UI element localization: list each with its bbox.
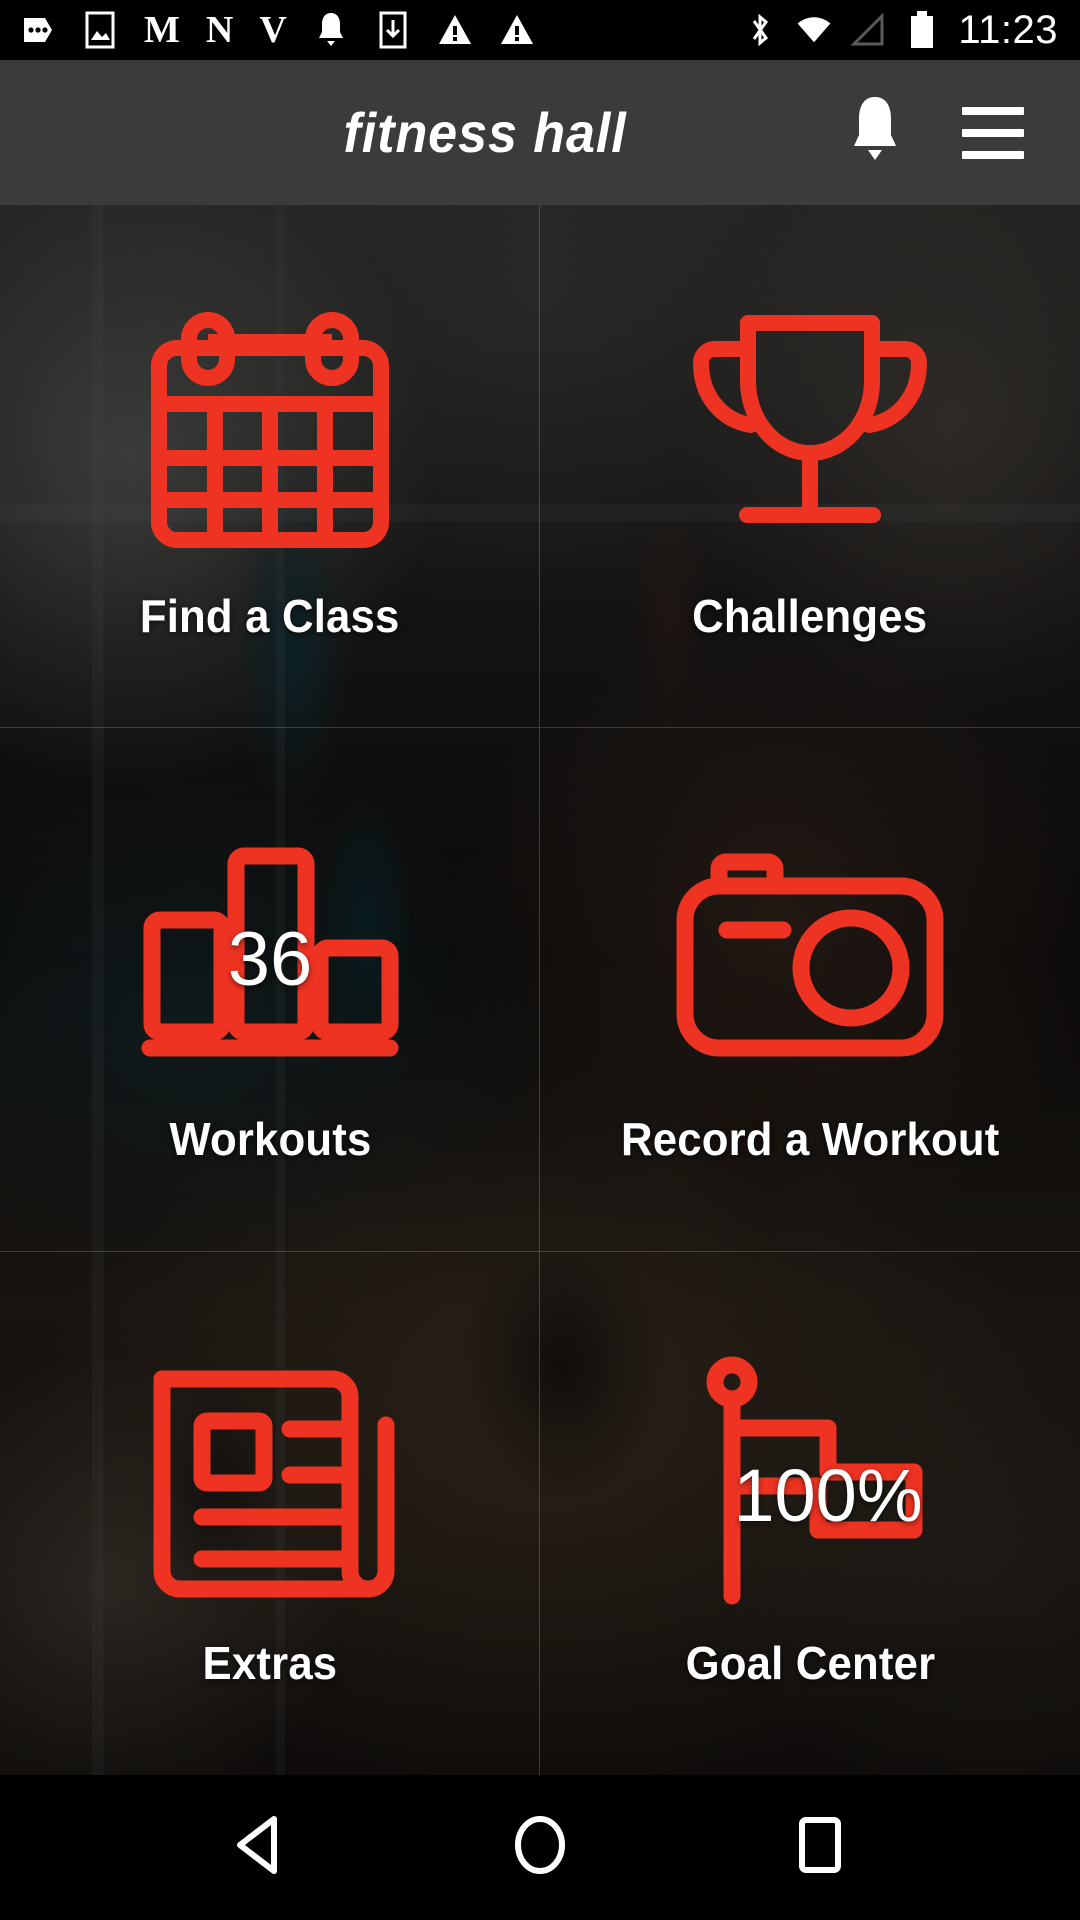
flag-icon: 100% bbox=[660, 1336, 960, 1626]
tile-record-a-workout[interactable]: Record a Workout bbox=[540, 728, 1080, 1252]
goal-progress-percent: 100% bbox=[733, 1454, 923, 1538]
status-bar-system-icons: 11:23 bbox=[742, 8, 1080, 53]
tile-challenges[interactable]: Challenges bbox=[540, 205, 1080, 729]
tile-label: Find a Class bbox=[140, 590, 400, 643]
app-header-actions bbox=[840, 93, 1080, 173]
hamburger-menu-button[interactable] bbox=[958, 93, 1028, 173]
status-bar-clock: 11:23 bbox=[958, 7, 1058, 52]
nav-back-button[interactable] bbox=[200, 1798, 320, 1898]
workouts-count: 36 bbox=[227, 917, 313, 1003]
calendar-icon bbox=[120, 289, 420, 579]
tile-label: Record a Workout bbox=[620, 1113, 1000, 1166]
screenshot-image-icon bbox=[82, 10, 118, 50]
bar-chart-icon: 36 bbox=[120, 812, 420, 1102]
more-options-icon bbox=[20, 10, 56, 50]
tile-workouts[interactable]: 36 Workouts bbox=[0, 728, 540, 1252]
notification-bell-icon bbox=[313, 10, 349, 50]
phone-screen: M N V 11:23 fitness hall Find a Class Ch… bbox=[0, 0, 1080, 1920]
tile-label: Extras bbox=[202, 1637, 338, 1690]
warning-triangle-alt-icon bbox=[499, 10, 535, 50]
wifi-icon bbox=[796, 10, 832, 50]
tile-extras[interactable]: Extras bbox=[0, 1251, 540, 1775]
tile-goal-center[interactable]: 100% Goal Center bbox=[540, 1252, 1080, 1775]
trophy-icon bbox=[660, 289, 960, 579]
recents-square-icon bbox=[794, 1814, 846, 1881]
dashboard-grid: Find a Class Challenges 36 Workouts Reco… bbox=[0, 205, 1080, 1775]
hamburger-icon bbox=[962, 106, 1024, 159]
home-circle-icon bbox=[511, 1814, 569, 1881]
dashboard-tiles: Find a Class Challenges 36 Workouts Reco… bbox=[0, 205, 1080, 1775]
download-icon bbox=[375, 10, 411, 50]
notification-letter-v-icon: V bbox=[259, 9, 287, 51]
cellular-signal-icon bbox=[850, 10, 886, 50]
tile-label: Workouts bbox=[168, 1113, 372, 1166]
tile-label: Challenges bbox=[692, 590, 928, 643]
status-bar: M N V 11:23 bbox=[0, 0, 1080, 60]
notifications-button[interactable] bbox=[840, 93, 910, 173]
system-navigation-bar bbox=[0, 1775, 1080, 1920]
back-triangle-icon bbox=[230, 1814, 290, 1881]
notification-letter-m-icon: M bbox=[144, 9, 180, 51]
nav-home-button[interactable] bbox=[480, 1798, 600, 1898]
app-brand-title: fitness hall bbox=[343, 101, 627, 164]
bell-icon bbox=[842, 93, 908, 172]
notification-letter-n-icon: N bbox=[205, 9, 234, 51]
app-header: fitness hall bbox=[0, 60, 1080, 205]
nav-recents-button[interactable] bbox=[760, 1798, 880, 1898]
battery-icon bbox=[904, 10, 940, 50]
warning-triangle-icon bbox=[437, 10, 473, 50]
status-bar-notifications: M N V bbox=[0, 10, 742, 50]
article-icon bbox=[120, 1336, 420, 1626]
camera-icon bbox=[660, 812, 960, 1102]
bluetooth-icon bbox=[742, 10, 778, 50]
tile-label: Goal Center bbox=[685, 1637, 935, 1690]
tile-find-a-class[interactable]: Find a Class bbox=[0, 205, 540, 729]
